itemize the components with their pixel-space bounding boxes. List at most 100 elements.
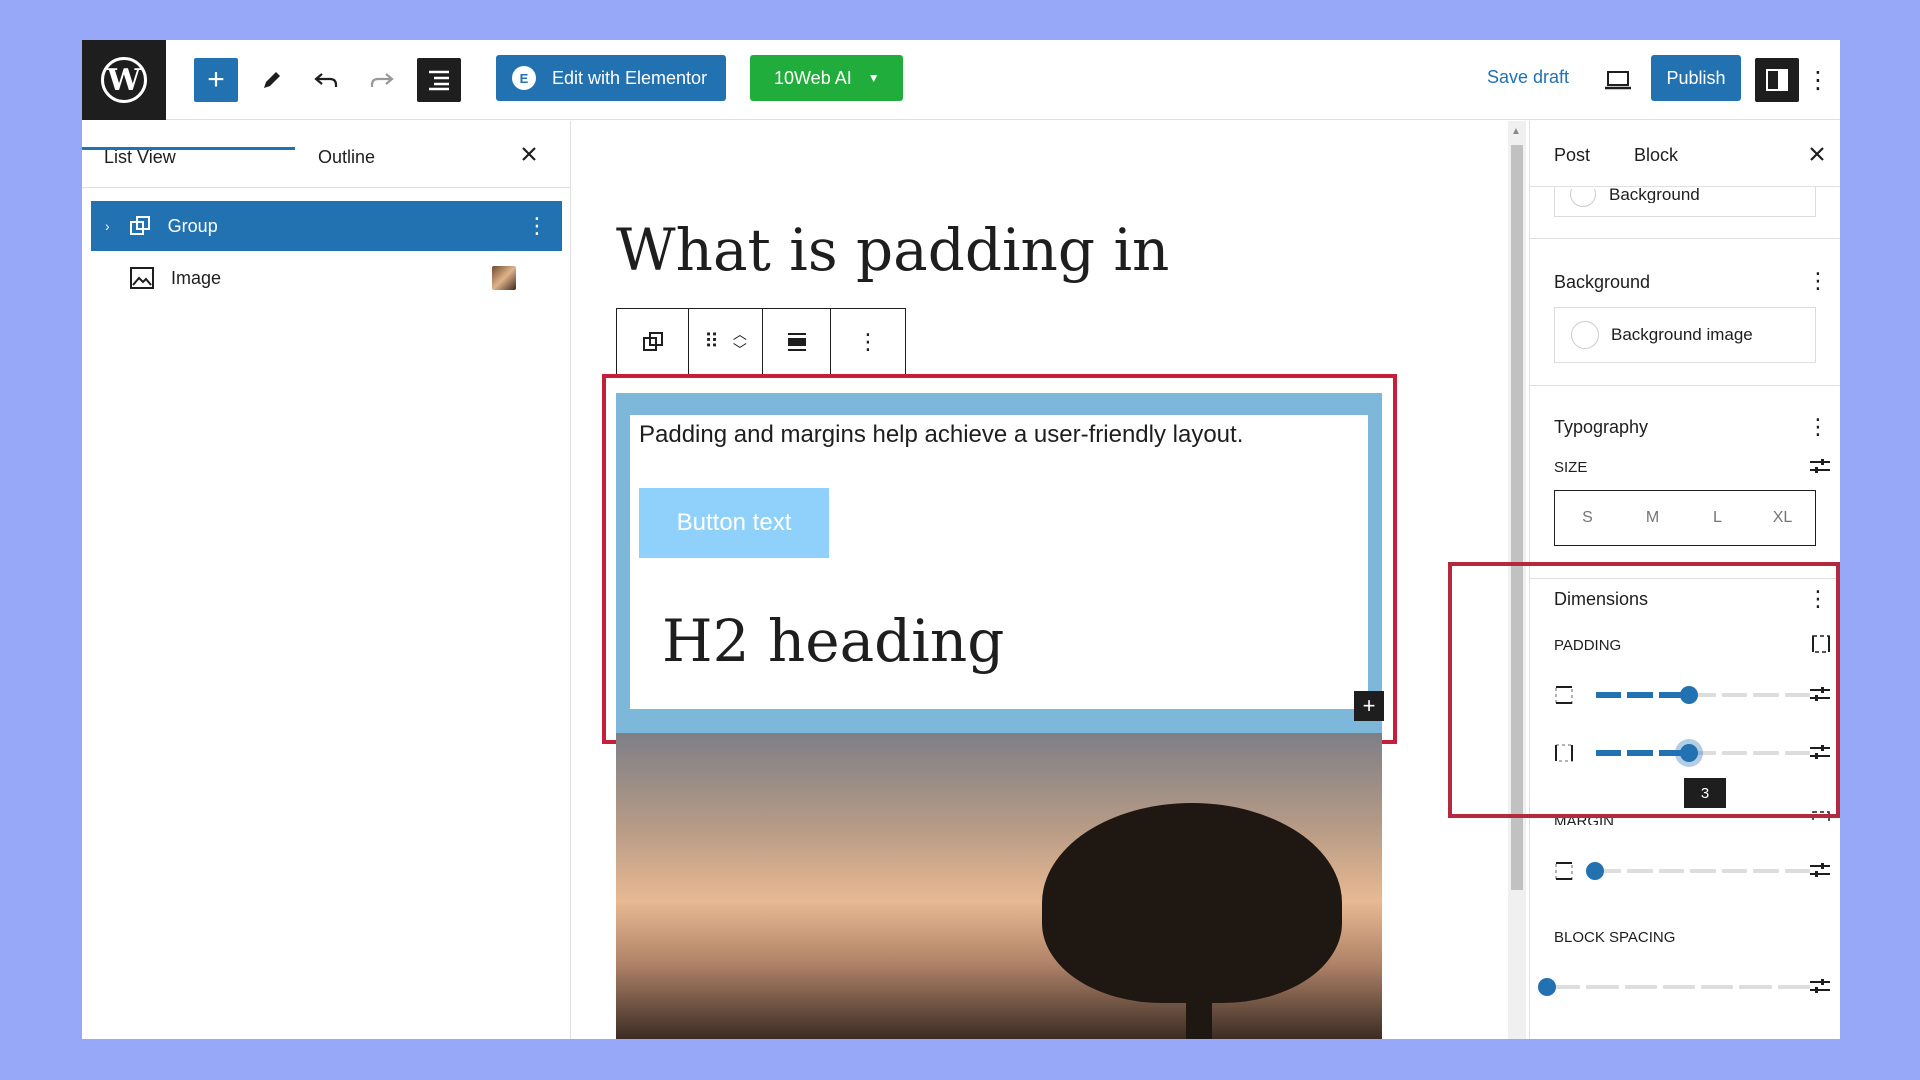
- settings-button[interactable]: [1755, 58, 1799, 102]
- save-draft-button[interactable]: Save draft: [1487, 67, 1569, 88]
- undo-icon: [314, 73, 338, 87]
- block-spacing-slider[interactable]: [1538, 977, 1840, 997]
- wordpress-logo-icon[interactable]: W: [82, 40, 166, 120]
- group-block-icon: [642, 331, 663, 351]
- custom-size-button[interactable]: [1808, 454, 1832, 478]
- settings-sliders-icon: [1810, 979, 1830, 993]
- slider-track-segment: [1753, 869, 1779, 873]
- slider-thumb[interactable]: [1538, 978, 1556, 996]
- custom-block-spacing-button[interactable]: [1808, 974, 1832, 998]
- slider-track-segment: [1777, 985, 1810, 989]
- background-stub-label: Background: [1609, 185, 1700, 203]
- list-item-label: Image: [171, 267, 222, 288]
- post-title[interactable]: What is padding in: [616, 210, 1169, 290]
- background-image-label: Background image: [1611, 325, 1753, 344]
- size-option-m[interactable]: M: [1620, 491, 1685, 545]
- background-section-title[interactable]: Background: [1554, 272, 1650, 293]
- undo-button[interactable]: [304, 58, 348, 102]
- block-options-button[interactable]: ⋮: [831, 309, 905, 374]
- tab-post[interactable]: Post: [1554, 145, 1590, 166]
- chevron-right-icon[interactable]: ›: [105, 218, 110, 234]
- redo-button[interactable]: [360, 58, 404, 102]
- document-overview-button[interactable]: [417, 58, 461, 102]
- document-overview-icon: [429, 70, 449, 91]
- slider-track-segment: [1690, 869, 1716, 873]
- close-sidebar-button[interactable]: [1804, 141, 1830, 167]
- more-vertical-icon[interactable]: ⋮: [1807, 268, 1829, 293]
- custom-margin-button[interactable]: [1808, 858, 1832, 882]
- tree-trunk: [1186, 953, 1212, 1039]
- typography-section-title[interactable]: Typography: [1554, 417, 1648, 438]
- tools-button[interactable]: [250, 58, 294, 102]
- more-vertical-icon: ⋮: [1806, 66, 1830, 94]
- size-option-s[interactable]: S: [1555, 491, 1620, 545]
- chevron-up-icon[interactable]: ︿: [733, 326, 747, 342]
- close-icon: [1810, 147, 1824, 161]
- laptop-icon: [1605, 71, 1631, 90]
- slider-track-segment: [1662, 985, 1696, 989]
- 10web-ai-button[interactable]: 10Web AI ▼: [750, 55, 903, 101]
- more-vertical-icon[interactable]: ⋮: [526, 213, 548, 239]
- list-item-group[interactable]: › Group ⋮: [91, 201, 562, 251]
- background-image-button[interactable]: Background image: [1554, 307, 1816, 363]
- slider-track-segment: [1701, 985, 1734, 989]
- ai-label: 10Web AI: [774, 67, 852, 88]
- options-button[interactable]: ⋮: [1798, 58, 1838, 102]
- font-size-toggle-group: S M L XL: [1554, 490, 1816, 546]
- block-spacing-label: BLOCK SPACING: [1554, 929, 1676, 946]
- settings-sliders-icon: [1810, 459, 1830, 473]
- slider-track-segment: [1586, 985, 1619, 989]
- active-tab-indicator: [82, 147, 295, 150]
- group-block-icon: [129, 216, 150, 235]
- size-label: SIZE: [1554, 459, 1588, 476]
- image-block-icon: [130, 267, 154, 289]
- image-thumbnail: [492, 266, 516, 290]
- list-view-panel: List View Outline › Group ⋮ Image: [82, 121, 571, 1039]
- plus-icon: +: [207, 63, 225, 96]
- list-view-tabs: List View Outline: [82, 121, 570, 188]
- tab-list-view[interactable]: List View: [104, 147, 176, 168]
- close-list-view-button[interactable]: [516, 141, 542, 167]
- divider: [1530, 238, 1840, 239]
- slider-track-segment: [1721, 869, 1748, 873]
- more-vertical-icon[interactable]: ⋮: [1807, 414, 1829, 439]
- block-type-button[interactable]: [617, 309, 689, 374]
- align-icon: [787, 332, 806, 351]
- drag-handle-icon[interactable]: ⠿: [704, 329, 719, 354]
- dimensions-highlight-annotation: [1448, 562, 1840, 818]
- editor-canvas: What is padding in ⠿ ︿ ﹀ ⋮ Padding and m…: [572, 121, 1510, 1039]
- edit-with-elementor-button[interactable]: E Edit with Elementor: [496, 55, 726, 101]
- editor-window: W + E Edit with Elementor 10Web AI ▼ Sav…: [82, 40, 1840, 1039]
- pencil-icon: [264, 72, 280, 88]
- vertical-sides-icon: [1554, 861, 1574, 881]
- slider-track-segment: [1739, 985, 1772, 989]
- block-toolbar: ⠿ ︿ ﹀ ⋮: [616, 308, 906, 375]
- settings-sliders-icon: [1810, 863, 1830, 877]
- close-icon: [522, 147, 536, 161]
- divider: [1530, 385, 1840, 386]
- size-option-l[interactable]: L: [1685, 491, 1750, 545]
- elementor-icon: E: [512, 66, 536, 90]
- color-swatch-empty: [1571, 321, 1599, 349]
- list-item-label: Group: [167, 215, 218, 236]
- preview-button[interactable]: [1596, 58, 1640, 102]
- move-controls: ⠿ ︿ ﹀: [689, 309, 763, 374]
- align-button[interactable]: [763, 309, 831, 374]
- margin-slider[interactable]: [1586, 861, 1840, 881]
- size-option-xl[interactable]: XL: [1750, 491, 1815, 545]
- elementor-label: Edit with Elementor: [552, 67, 708, 88]
- chevron-down-icon: ▼: [867, 71, 880, 85]
- slider-thumb[interactable]: [1586, 862, 1604, 880]
- sidebar-toggle-icon: [1766, 69, 1788, 91]
- publish-button[interactable]: Publish: [1651, 55, 1741, 101]
- scroll-up-icon[interactable]: ▲: [1511, 126, 1521, 137]
- slider-track-segment: [1784, 869, 1810, 873]
- chevron-down-icon[interactable]: ﹀: [733, 342, 747, 358]
- image-block[interactable]: [616, 733, 1382, 1039]
- tab-block[interactable]: Block: [1634, 145, 1678, 166]
- add-block-button[interactable]: +: [194, 58, 238, 102]
- sidebar-tabs: Post Block: [1530, 121, 1840, 187]
- more-vertical-icon: ⋮: [857, 328, 879, 354]
- list-item-image[interactable]: Image: [91, 253, 562, 303]
- tab-outline[interactable]: Outline: [318, 147, 375, 168]
